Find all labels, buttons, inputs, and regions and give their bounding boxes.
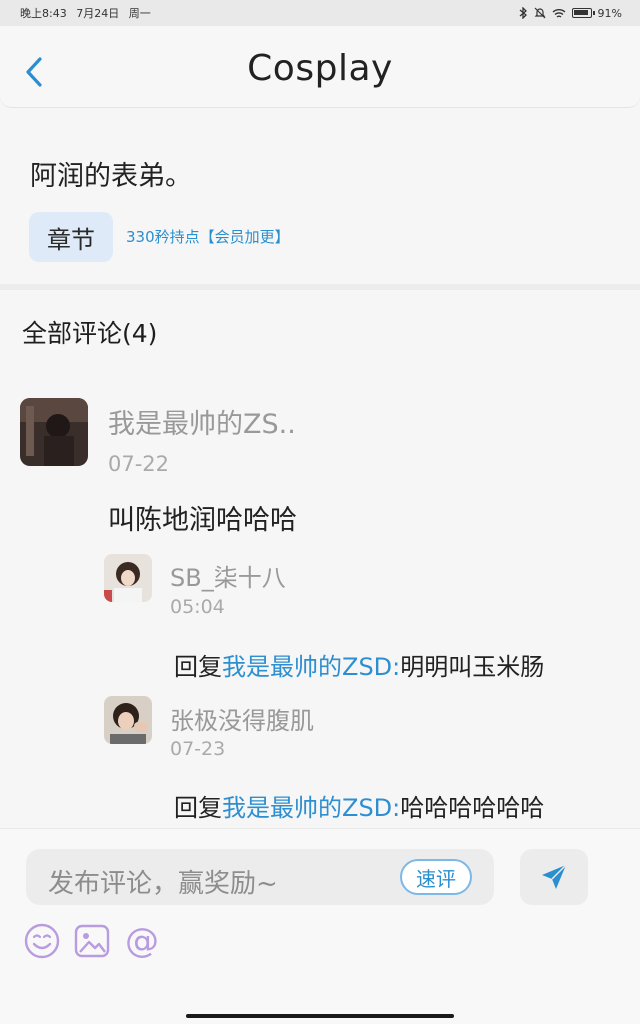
reply-username[interactable]: 张极没得腹肌 <box>170 701 314 736</box>
reply-username[interactable]: SB_柒十八 <box>170 558 286 593</box>
comments-title: 全部评论(4) <box>22 319 158 348</box>
mention-icon[interactable]: @ <box>122 921 162 961</box>
comment-composer: 发布评论，赢奖励~ 速评 @ <box>0 828 640 1024</box>
wifi-icon <box>552 8 566 18</box>
chapter-note-link[interactable]: 330矜持点【会员加更】 <box>126 226 290 247</box>
header: Cosplay <box>0 26 640 108</box>
mute-icon <box>534 7 545 19</box>
status-left: 晚上8:43 7月24日 周一 <box>20 5 157 21</box>
comment-input[interactable]: 发布评论，赢奖励~ 速评 <box>26 849 494 905</box>
reply-content: 哈哈哈哈哈哈 <box>400 794 545 822</box>
reply-date: 07-23 <box>170 738 226 760</box>
reply-text: 回复我是最帅的ZSD:哈哈哈哈哈哈 <box>174 788 544 823</box>
status-right: 91% <box>519 7 622 20</box>
reply-prefix: 回复 <box>174 653 222 681</box>
status-weekday: 周一 <box>128 7 151 20</box>
comment-username[interactable]: 我是最帅的ZS.. <box>108 402 296 441</box>
reply-target-user[interactable]: 我是最帅的ZSD: <box>222 653 400 681</box>
book-info: 阿润的表弟。 章节 330矜持点【会员加更】 <box>0 108 640 284</box>
bluetooth-icon <box>519 7 527 19</box>
send-button[interactable] <box>520 849 588 905</box>
comment-date: 07-22 <box>108 452 170 476</box>
chapter-tag-button[interactable]: 章节 <box>29 212 113 262</box>
reply-prefix: 回复 <box>174 794 222 822</box>
battery-percent: 91% <box>597 6 622 20</box>
status-time: 晚上8:43 <box>20 7 67 20</box>
reply-date: 05:04 <box>170 596 225 618</box>
section-divider <box>0 284 640 290</box>
comment-input-placeholder: 发布评论，赢奖励~ <box>48 869 278 899</box>
status-date: 7月24日 <box>76 7 120 20</box>
svg-text:@: @ <box>125 921 159 961</box>
page-title: Cosplay <box>247 48 393 89</box>
avatar[interactable] <box>20 398 88 466</box>
home-indicator <box>186 1014 454 1018</box>
status-bar: 晚上8:43 7月24日 周一 91% <box>0 0 640 26</box>
reply-target-user[interactable]: 我是最帅的ZSD: <box>222 794 400 822</box>
avatar[interactable] <box>104 554 152 602</box>
battery-icon <box>571 8 595 18</box>
reply-content: 明明叫玉米肠 <box>400 653 545 681</box>
avatar[interactable] <box>104 696 152 744</box>
comment-text: 叫陈地润哈哈哈 <box>108 505 297 536</box>
emoji-icon[interactable] <box>22 921 62 961</box>
reply-text: 回复我是最帅的ZSD:明明叫玉米肠 <box>174 647 544 682</box>
quick-comment-button[interactable]: 速评 <box>400 859 472 895</box>
book-title: 阿润的表弟。 <box>30 161 192 192</box>
send-icon <box>542 864 567 889</box>
image-icon[interactable] <box>72 921 112 961</box>
